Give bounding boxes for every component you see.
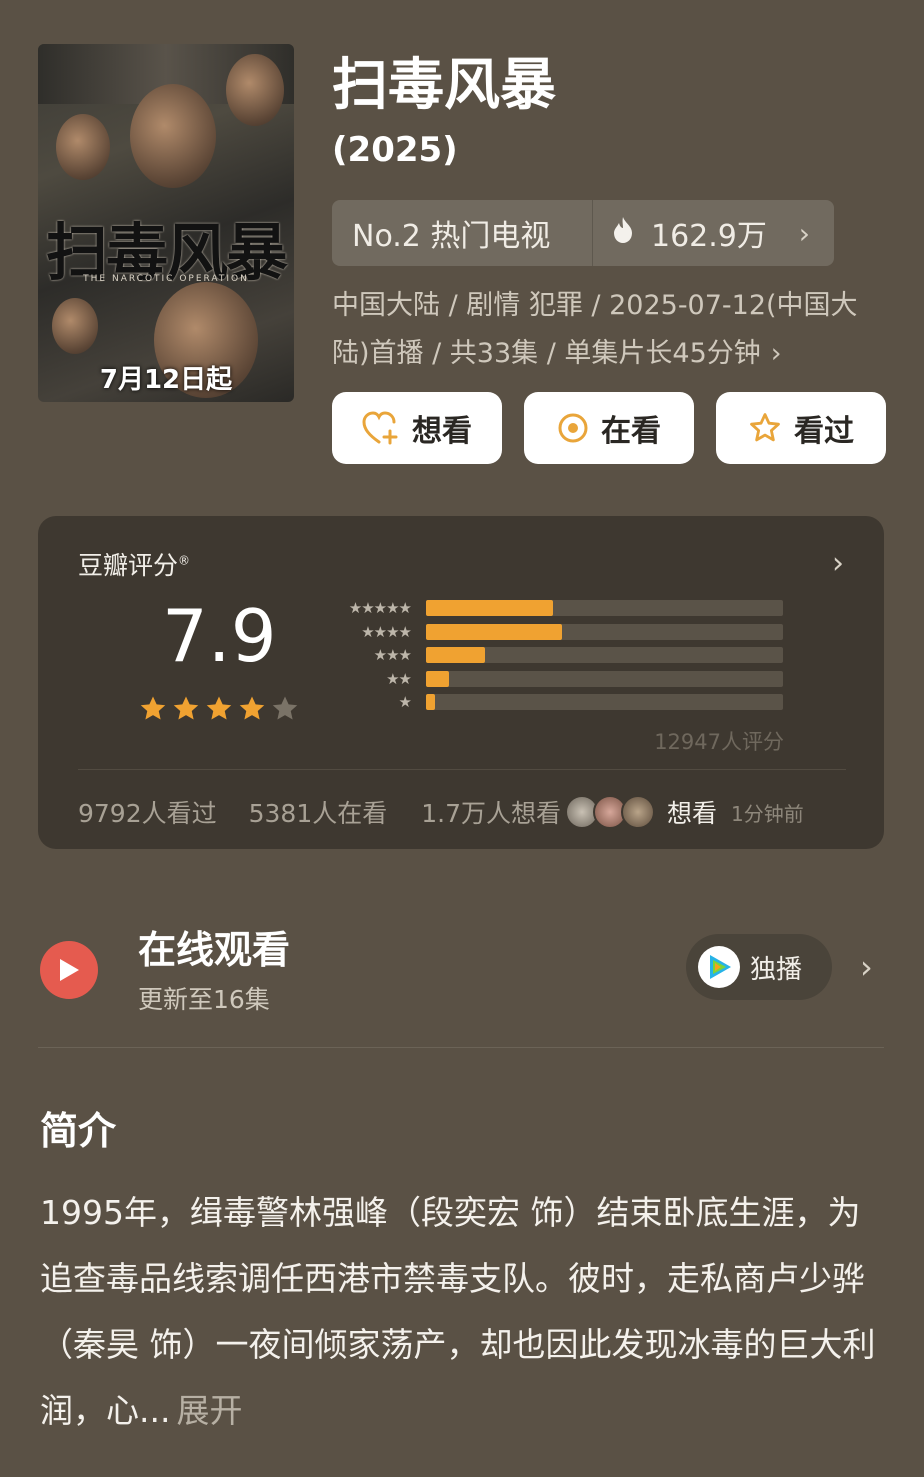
play-button[interactable]	[40, 941, 98, 999]
distribution-track	[426, 647, 783, 663]
show-year: (2025)	[332, 130, 458, 170]
chevron-right-icon: ›	[798, 216, 810, 250]
target-icon	[558, 413, 588, 443]
distribution-track	[426, 694, 783, 710]
watching-label: 在看	[601, 414, 661, 449]
watched-label: 看过	[794, 414, 854, 449]
show-meta[interactable]: 中国大陆 / 剧情 犯罪 / 2025-07-12(中国大陆)首播 / 共33集…	[332, 282, 892, 378]
distribution-star-label: ★★★★	[361, 622, 412, 641]
watched-button[interactable]: 看过	[716, 392, 886, 464]
online-watch-title[interactable]: 在线观看	[138, 922, 290, 978]
chevron-right-icon[interactable]: ›	[860, 948, 873, 986]
exclusive-label: 独播	[750, 954, 803, 985]
intro-body: 1995年，缉毒警林强峰（段奕宏 饰）结束卧底生涯，为追查毒品线索调任西港市禁毒…	[40, 1193, 876, 1430]
distribution-row: ★★	[323, 669, 783, 688]
distribution-bar	[426, 600, 553, 616]
intro-heading: 简介	[40, 1109, 117, 1153]
recent-action: 想看	[667, 799, 718, 828]
avatar	[621, 795, 656, 829]
distribution-bar	[426, 623, 562, 640]
rating-stats: 9792人看过 5381人在看 1.7万人想看 想看 1分钟前	[78, 792, 848, 832]
watched-count[interactable]: 9792人看过	[78, 794, 217, 830]
show-title: 扫毒风暴	[332, 53, 556, 118]
heat-section[interactable]: 162.9万 ›	[593, 211, 834, 255]
intro-text: 1995年，缉毒警林强峰（段奕宏 饰）结束卧底生涯，为追查毒品线索调任西港市禁毒…	[40, 1180, 890, 1444]
exclusive-platform-button[interactable]: 独播	[686, 934, 832, 1000]
expand-link[interactable]: 展开	[176, 1391, 242, 1430]
rating-count: 12947人评分	[654, 730, 784, 754]
want-label: 想看	[412, 414, 472, 449]
distribution-bar	[426, 694, 435, 710]
registered-mark: ®	[178, 553, 191, 568]
rating-stars	[138, 694, 300, 724]
want-button[interactable]: 想看	[332, 392, 502, 464]
distribution-star-label: ★★★	[373, 646, 412, 664]
rating-divider	[78, 769, 846, 770]
distribution-star-label: ★	[398, 693, 412, 711]
distribution-star-label: ★★★★★	[348, 599, 412, 617]
rating-card[interactable]: 豆瓣评分® › 7.9 ★★★★★ ★★★★ ★★★ ★★ ★ 12947人评分 979…	[38, 516, 884, 849]
recent-time: 1分钟前	[731, 801, 804, 826]
star-filled-icon	[173, 696, 199, 720]
distribution-row: ★★★★	[323, 622, 783, 641]
recent-user-avatars[interactable]	[565, 795, 656, 829]
distribution-track	[426, 600, 783, 616]
rank-label: No.2 热门电视	[352, 219, 551, 254]
distribution-row: ★★★★★	[323, 599, 783, 617]
watching-count[interactable]: 5381人在看	[249, 794, 388, 830]
distribution-star-label: ★★	[386, 669, 412, 688]
action-buttons: 想看 在看 看过	[332, 392, 886, 464]
heart-plus-icon	[362, 411, 398, 445]
tencent-video-icon	[698, 946, 740, 988]
poster-image[interactable]: 扫毒风暴 THE NARCOTIC OPERATION 7月12日起	[38, 44, 294, 402]
poster-date-badge: 7月12日起	[99, 365, 233, 395]
watching-button[interactable]: 在看	[524, 392, 694, 464]
rating-source-label: 豆瓣评分®	[78, 551, 191, 580]
online-update-status: 更新至16集	[138, 985, 270, 1014]
star-outline-icon	[750, 413, 780, 442]
distribution-bar	[426, 647, 485, 663]
distribution-track	[426, 623, 783, 640]
play-icon	[60, 959, 79, 981]
star-empty-icon	[272, 696, 298, 720]
rank-bar[interactable]: No.2 热门电视 162.9万 ›	[332, 200, 834, 266]
distribution-row: ★★★	[323, 646, 783, 664]
want-count[interactable]: 1.7万人想看	[421, 794, 561, 830]
star-filled-icon	[239, 696, 265, 720]
distribution-row: ★	[323, 693, 783, 711]
chevron-right-icon: ›	[770, 338, 782, 369]
star-filled-icon	[140, 696, 166, 720]
heat-value: 162.9万	[651, 219, 767, 254]
star-filled-icon	[206, 696, 232, 720]
chevron-right-icon[interactable]: ›	[832, 546, 844, 581]
flame-icon	[613, 216, 633, 251]
distribution-bar	[426, 670, 450, 687]
distribution-track	[426, 670, 783, 687]
rating-score: 7.9	[162, 594, 277, 678]
section-divider	[38, 1047, 884, 1048]
poster-subtitle-art: THE NARCOTIC OPERATION	[83, 274, 249, 284]
